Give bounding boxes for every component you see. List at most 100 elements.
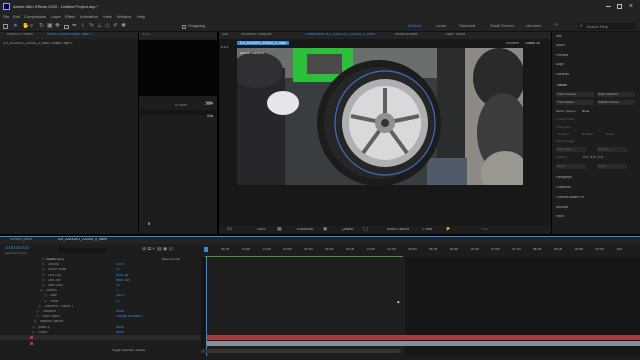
tab-composition[interactable]: Composition: DJI_20200201_232516_0_video — [305, 33, 375, 36]
selection-tool-icon[interactable]: ➤ — [13, 23, 18, 29]
property-value[interactable]: + - — [116, 289, 120, 292]
menu-composition[interactable]: Composition — [24, 15, 46, 19]
panel-content-aware-fill[interactable]: Content-Aware Fill — [556, 196, 584, 199]
grid-icon[interactable]: ▦ — [277, 227, 282, 232]
layer-bar-vimba[interactable] — [207, 341, 640, 346]
pen-tool-icon[interactable]: ✒ — [72, 23, 77, 29]
tab-media-browser[interactable]: Media Browser — [395, 33, 418, 36]
resolution-dropdown[interactable]: Quarter — [342, 228, 354, 231]
workspace-small-screen[interactable]: Small Screen — [490, 24, 514, 28]
tab-effect-controls[interactable]: Effect Controls Shape Layer 1 — [47, 33, 92, 36]
tab-etc[interactable]: ETC — [143, 33, 150, 36]
stopwatch-icon[interactable]: ◷ — [32, 326, 35, 329]
camera-dropdown[interactable]: Active Camera — [387, 228, 409, 231]
tab-render-queue[interactable]: Render Queue — [10, 238, 32, 241]
stabilize-motion-button[interactable]: Stabilize Motion — [597, 100, 635, 105]
snapping-checkbox[interactable] — [182, 25, 186, 29]
stopwatch-icon[interactable]: ◷ — [42, 279, 45, 282]
home-icon[interactable] — [3, 24, 8, 29]
stopwatch-icon[interactable]: ◷ — [44, 294, 47, 297]
menu-window[interactable]: Window — [117, 15, 131, 19]
timecode-display[interactable]: 0:00:00:00 — [297, 228, 313, 231]
menu-layer[interactable]: Layer — [51, 15, 61, 19]
tab-effects-presets[interactable]: Effects & Presets — [7, 33, 33, 36]
panel-paint[interactable]: Paint — [556, 215, 564, 218]
warp-stabilizer-button[interactable]: Warp Stabilizer — [597, 92, 635, 97]
workspace-overflow-icon[interactable]: » — [555, 23, 558, 28]
project-menu-icon[interactable]: ⋙ — [205, 101, 214, 107]
property-value[interactable]: 4.0 — [116, 284, 120, 287]
region-of-interest-icon[interactable]: ▢ — [363, 227, 368, 232]
property-value[interactable]: None — [116, 326, 124, 329]
workspace-learn[interactable]: Learn — [436, 24, 446, 28]
panel-align[interactable]: Align — [556, 63, 564, 66]
workspace-libraries[interactable]: Libraries — [526, 24, 541, 28]
clone-stamp-tool-icon[interactable]: ⊥ — [97, 23, 102, 29]
tab-mat[interactable]: Mat — [222, 33, 228, 36]
type-tool-icon[interactable]: T — [81, 23, 85, 29]
exposure-value[interactable]: +0.0 — [481, 228, 488, 231]
composition-breadcrumb[interactable]: DJI_20200201_232516_0_video — [237, 41, 290, 46]
tab-timeline-comp[interactable]: DJI_20200201_232516_0_video — [58, 238, 107, 241]
camera-tool-icon[interactable]: ▣ — [47, 23, 53, 29]
stopwatch-icon[interactable]: ◷ — [32, 331, 35, 334]
edit-target-button[interactable]: Edit Target... — [556, 147, 586, 152]
stopwatch-icon[interactable]: ◷ — [34, 320, 37, 323]
tab-animation-composer[interactable]: Animation Compose — [241, 33, 272, 36]
brush-tool-icon[interactable]: ✎ — [89, 23, 94, 29]
pan-behind-tool-icon[interactable]: ✥ — [55, 23, 60, 29]
property-value[interactable]: None — [116, 331, 124, 334]
property-value[interactable]: Reset — [116, 310, 124, 313]
panel-brushes[interactable]: Brushes — [556, 206, 568, 209]
fast-preview-icon[interactable]: ⚡ — [445, 227, 451, 232]
views-dropdown[interactable]: 1 View — [422, 228, 432, 231]
analyze-buttons-icon[interactable]: ◀◀ ◀ ▶ ▶▶ — [582, 155, 604, 159]
workspace-standard[interactable]: Standard — [459, 24, 475, 28]
layer-bar-black[interactable] — [207, 335, 640, 340]
timeline-timecode[interactable]: 0:00:00:00 — [5, 246, 29, 251]
property-value[interactable]: Miter Join — [116, 279, 130, 282]
menu-file[interactable]: File — [3, 15, 9, 19]
always-preview-icon[interactable]: ▭ — [227, 227, 232, 232]
property-value[interactable]: 5.0 — [116, 268, 120, 271]
menu-animation[interactable]: Animation — [80, 15, 98, 19]
rotate-tool-icon[interactable]: ↻ — [39, 23, 44, 29]
rectangle-tool-icon[interactable] — [64, 25, 69, 29]
stopwatch-icon[interactable]: ◷ — [44, 300, 47, 303]
keyframe-icon[interactable]: ◆ — [397, 301, 400, 305]
search-help-field[interactable]: ⌕ Search Help — [578, 23, 636, 30]
tab-layer-vimba[interactable]: Layer: Vimba — [445, 33, 465, 36]
stopwatch-icon[interactable]: ◷ — [40, 289, 43, 292]
new-item-icon[interactable]: ⬇ — [147, 222, 151, 227]
motion-source-dropdown[interactable]: None — [582, 110, 589, 113]
maximize-button[interactable] — [617, 4, 622, 9]
eraser-tool-icon[interactable]: ◇ — [105, 23, 110, 29]
options-button[interactable]: Options... — [597, 147, 627, 152]
timeline-search-field[interactable] — [58, 248, 106, 253]
minimize-button[interactable] — [606, 6, 611, 7]
composition-viewer[interactable]: Active Camera — [237, 48, 523, 185]
snapshot-icon[interactable]: ◉ — [323, 227, 327, 232]
toggle-switches-modes[interactable]: Toggle Switches / Modes — [112, 349, 145, 352]
property-value[interactable]: 100% — [116, 263, 124, 266]
menu-effect[interactable]: Effect — [65, 15, 75, 19]
timeline-scrollbar[interactable] — [201, 349, 401, 353]
track-camera-button[interactable]: Track Camera — [556, 92, 594, 97]
timeline-graph[interactable]: ◆ — [201, 257, 640, 356]
panel-paragraph[interactable]: Paragraph — [556, 176, 572, 179]
property-value[interactable]: Change Renderer... — [116, 315, 144, 318]
property-value[interactable]: 0.0 — [116, 300, 120, 303]
reset-button[interactable]: Reset — [556, 164, 586, 169]
panel-preview[interactable]: Preview — [556, 54, 568, 57]
stopwatch-icon[interactable]: ◷ — [36, 310, 39, 313]
panel-audio[interactable]: Audio — [556, 44, 565, 47]
zoom-tool-icon[interactable]: ⌕ — [30, 23, 33, 29]
time-ruler[interactable]: 00:15f 01:00f 01:15f 02:00f 02:15f 03:00f 03:1… — [203, 247, 640, 258]
menu-help[interactable]: Help — [137, 15, 145, 19]
apply-button[interactable]: Apply — [597, 164, 627, 169]
zoom-dropdown[interactable]: 100% — [257, 228, 266, 231]
stopwatch-icon[interactable]: ◷ — [36, 315, 39, 318]
menu-edit[interactable]: Edit — [13, 15, 20, 19]
panel-tracker[interactable]: Tracker — [556, 84, 567, 87]
hand-tool-icon[interactable]: ✋ — [22, 23, 29, 29]
